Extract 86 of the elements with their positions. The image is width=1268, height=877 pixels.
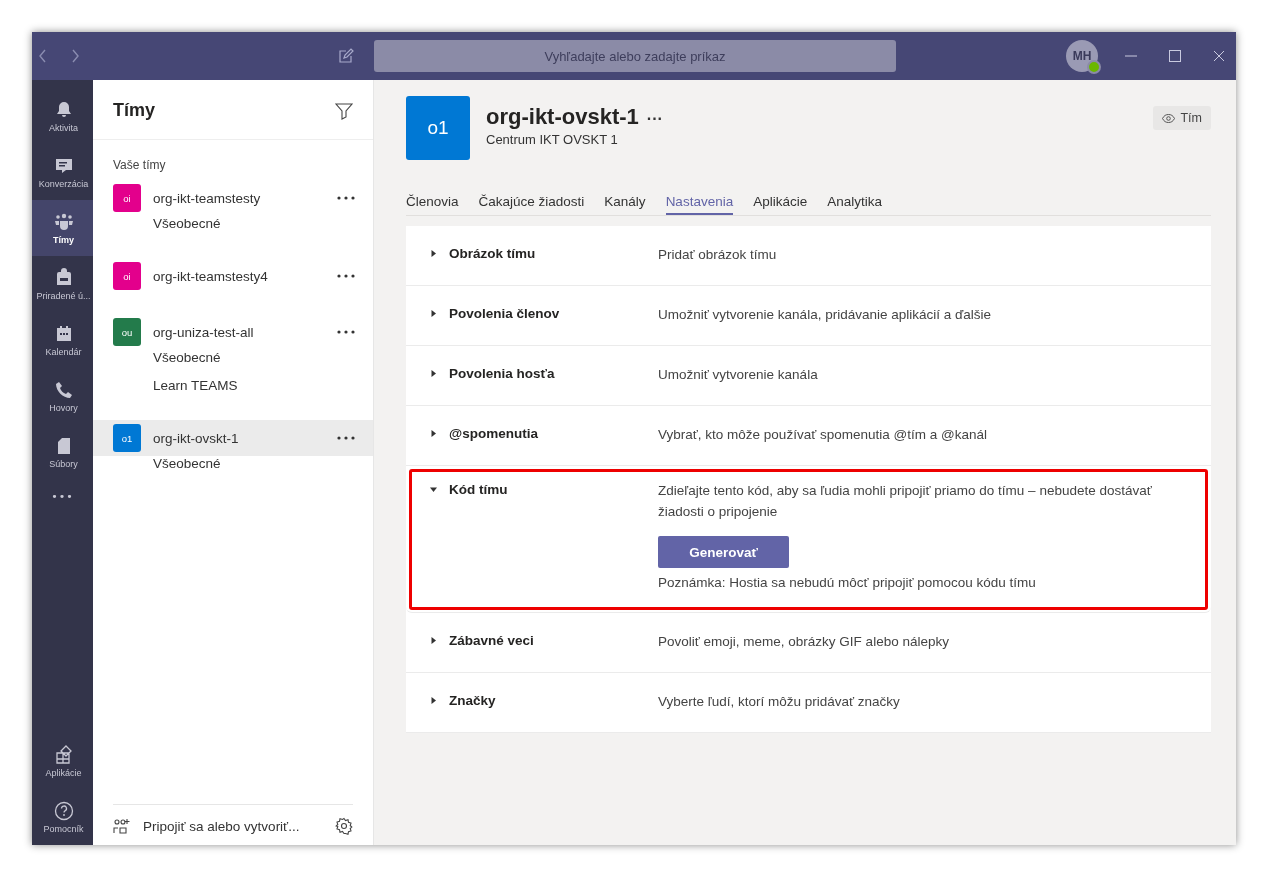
settings-row[interactable]: Kód tímu Zdieľajte tento kód, aby sa ľudia mohli pripojiť priamo do tímu – nebudete dostávať žiadosti o pripojenie Generovať Poznámka: Hostia sa nebudú môcť pripojiť pomocou kódu tímu [406,466,1211,613]
rail-item[interactable]: Hovory [32,368,93,424]
caret-icon [430,369,437,377]
setting-title: Zábavné veci [449,632,534,648]
setting-description: Vyberte ľudí, ktorí môžu pridávať značky [658,693,901,711]
setting-title: @spomenutia [449,425,538,441]
more-icon[interactable] [337,196,355,200]
setting-description: Vybrať, kto môže používať spomenutia @tím a @kanál [658,426,988,444]
panel-title: Tímy [113,100,155,121]
team-avatar: o1 [406,96,470,160]
team-name: org-ikt-ovskt-1 [486,104,639,130]
caret-icon [430,249,437,257]
caret-icon [430,636,437,644]
tab[interactable]: Čakajúce žiadosti [478,194,585,215]
settings-row[interactable]: Značky Vyberte ľudí, ktorí môžu pridávať značky [406,673,1211,733]
team-avatar: oi [113,184,141,212]
caret-icon [430,429,437,437]
note-text: Poznámka: Hostia sa nebudú môcť pripojiť pomocou kódu tímu [658,575,1037,590]
caret-icon [430,485,437,493]
more-button[interactable]: ••• [32,480,93,513]
apps-icon [53,744,74,765]
rail-item[interactable]: Pomocník [32,789,93,845]
tab[interactable]: Nastavenia [665,194,734,215]
close-icon[interactable] [1212,49,1226,63]
settings-row[interactable]: Zábavné veci Povoliť emoji, meme, obrázky GIF alebo nálepky [406,613,1211,673]
maximize-icon[interactable] [1168,49,1182,63]
setting-description: Pridať obrázok tímu [658,246,778,264]
more-icon[interactable] [337,330,355,334]
team-item[interactable]: oi org-ikt-teamstesty [93,180,373,216]
help-icon [53,800,74,821]
back-icon[interactable] [38,49,48,63]
forward-icon[interactable] [70,49,80,63]
settings-row[interactable]: @spomenutia Vybrať, kto môže používať spomenutia @tím a @kanál [406,406,1211,466]
settings-row[interactable]: Obrázok tímu Pridať obrázok tímu [406,226,1211,286]
more-button[interactable]: ··· [646,110,663,128]
view-team-button[interactable]: Tím [1153,106,1211,130]
setting-title: Kód tímu [449,481,508,497]
phone-icon [53,379,74,400]
more-icon[interactable] [337,436,355,440]
team-avatar: o1 [113,424,141,452]
filter-icon[interactable] [335,101,353,120]
setting-description: Umožniť vytvorenie kanála [658,366,819,384]
team-item[interactable]: ou org-uniza-test-all [93,314,373,350]
settings-row[interactable]: Povolenia členov Umožniť vytvorenie kanála, pridávanie aplikácií a ďalšie [406,286,1211,346]
channel-item[interactable]: Learn TEAMS [93,378,373,406]
rail-item[interactable]: Priradené ú... [32,256,93,312]
setting-description: Povoliť emoji, meme, obrázky GIF alebo nálepky [658,633,950,651]
tab[interactable]: Členovia [406,194,459,215]
rail-item[interactable]: Aktivita [32,88,93,144]
channel-item[interactable]: Všeobecné [93,216,373,244]
team-item[interactable]: oi org-ikt-teamstesty4 [93,258,373,294]
caret-icon [430,696,437,704]
status-icon [1087,60,1101,74]
caret-icon [430,309,437,317]
rail-item[interactable]: Aplikácie [32,733,93,789]
team-avatar: oi [113,262,141,290]
channel-item[interactable]: Všeobecné [93,456,373,484]
section-label: Vaše tímy [112,157,167,174]
team-avatar: ou [113,318,141,346]
eye-icon [1162,113,1176,123]
generate-button[interactable]: Generovať [658,536,789,568]
tab[interactable]: Kanály [604,194,646,215]
tab[interactable]: Analytika [827,194,882,215]
compose-icon[interactable] [338,48,354,64]
setting-description: Zdieľajte tento kód, aby sa ľudia mohli pripojiť priamo do tímu – nebudete dostávať žiadosti o pripojenie [658,482,1153,521]
teams-icon [53,211,74,232]
rail-item[interactable]: Tímy [32,200,93,256]
team-description: Centrum IKT OVSKT 1 [486,132,619,147]
settings-icon[interactable] [335,817,353,835]
settings-row[interactable]: Povolenia hosťa Umožniť vytvorenie kanála [406,346,1211,406]
setting-title: Povolenia členov [449,305,560,321]
more-icon[interactable] [337,274,355,278]
tab[interactable]: Aplikácie [753,194,808,215]
team-item[interactable]: o1 org-ikt-ovskt-1 [93,420,373,456]
search-field[interactable]: Vyhľadajte alebo zadajte príkaz [374,40,896,72]
avatar[interactable]: MH [1066,40,1098,72]
rail-item[interactable]: Konverzácia [32,144,93,200]
join-team-icon[interactable] [113,817,131,835]
setting-description: Umožniť vytvorenie kanála, pridávanie aplikácií a ďalšie [658,306,993,324]
setting-title: Značky [449,692,496,708]
setting-title: Povolenia hosťa [449,365,555,381]
channel-item[interactable]: Všeobecné [93,350,373,378]
setting-title: Obrázok tímu [449,245,536,261]
join-or-create-link[interactable]: Pripojiť sa alebo vytvoriť... [143,818,323,834]
rail-item[interactable]: Súbory [32,424,93,480]
rail-item[interactable]: Kalendár [32,312,93,368]
